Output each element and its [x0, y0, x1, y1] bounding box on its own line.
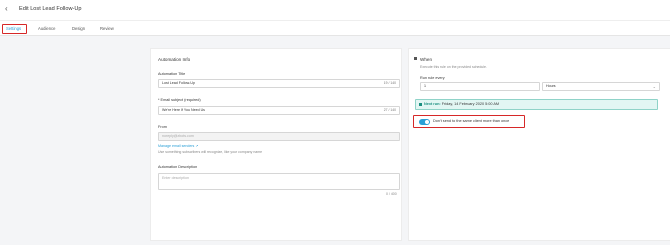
next-run-banner: Next run: Friday, 14 February 2020 5:00 … [415, 99, 658, 110]
manage-senders-link[interactable]: Manage email senders ↗ [158, 144, 198, 148]
from-hint: Use something subscribers will recognize… [158, 150, 263, 154]
tab-design[interactable]: Design [72, 26, 85, 31]
run-every-input[interactable]: 1 [420, 82, 540, 91]
interval-unit-value: Hours [546, 84, 556, 88]
when-panel: When Execute this rule on the provided s… [408, 48, 670, 241]
automation-info-title: Automation Info [158, 57, 191, 62]
automation-title-label: Automation Title [158, 72, 186, 76]
external-link-icon: ↗ [195, 144, 199, 148]
description-textarea[interactable]: Enter description [158, 173, 400, 190]
description-counter: 0 / 400 [386, 192, 397, 196]
interval-unit-select[interactable]: Hours ⌄ [542, 82, 660, 91]
email-subject-label: * Email subject (required) [158, 98, 201, 102]
email-subject-input[interactable]: We're Here If You Need Us 27 / 140 [158, 106, 400, 115]
when-subtitle: Execute this rule on the provided schedu… [420, 65, 487, 69]
manage-senders-text: Manage email senders [158, 144, 195, 148]
from-label: From [158, 125, 167, 129]
description-label: Automation Description [158, 165, 198, 169]
from-input: noreply@zbots.com [158, 132, 400, 141]
when-title: When [420, 57, 433, 62]
toggle-knob [425, 119, 430, 124]
automation-title-input[interactable]: Lost Lead Follow-Up 19 / 140 [158, 79, 400, 88]
run-every-label: Run rule every [420, 76, 445, 80]
automation-info-panel: Automation Info Automation Title Lost Le… [150, 48, 402, 241]
email-subject-value: We're Here If You Need Us [162, 108, 205, 112]
send-once-toggle[interactable] [419, 119, 430, 125]
email-subject-counter: 27 / 140 [383, 108, 396, 112]
send-once-highlight: Don't send to the same client more than … [413, 115, 525, 128]
from-value: noreply@zbots.com [162, 134, 194, 138]
automation-title-value: Lost Lead Follow-Up [162, 81, 195, 85]
page-header: ‹ Edit Lost Lead Follow-Up [0, 0, 670, 20]
tab-review[interactable]: Review [100, 26, 114, 31]
automation-title-counter: 19 / 140 [383, 81, 396, 85]
bell-icon [414, 57, 417, 60]
page-title: Edit Lost Lead Follow-Up [19, 6, 82, 12]
calendar-icon [419, 103, 422, 106]
send-once-label: Don't send to the same client more than … [433, 119, 510, 123]
next-run-prefix: Next run: [424, 102, 441, 106]
chevron-down-icon: ⌄ [652, 84, 656, 89]
tab-audience[interactable]: Audience [38, 26, 55, 31]
next-run-value: Friday, 14 February 2020 5:00 AM [441, 102, 500, 106]
chevron-left-icon[interactable]: ‹ [5, 5, 8, 13]
tab-settings[interactable]: Settings [6, 26, 21, 31]
tab-bar: Settings Audience Design Review [0, 20, 670, 36]
